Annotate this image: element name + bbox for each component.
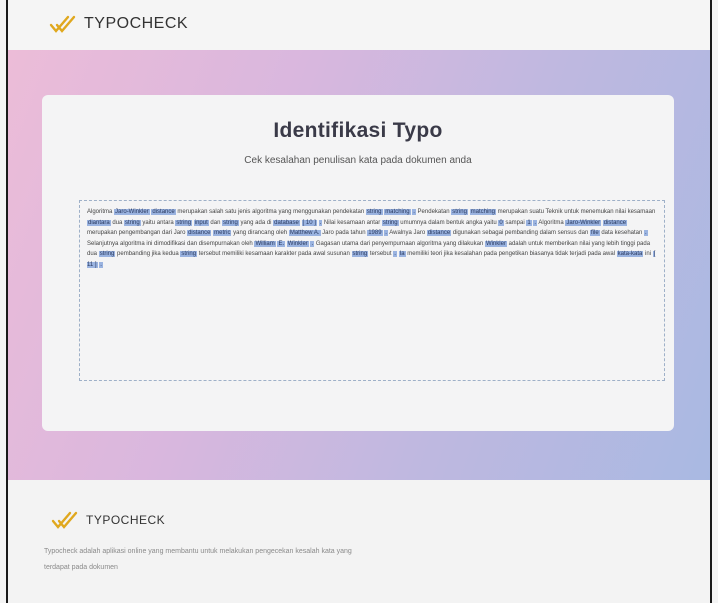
typo-highlight[interactable]: 1 <box>526 219 532 226</box>
hero-section: Identifikasi Typo Cek kesalahan penulisa… <box>8 50 710 480</box>
document-text: Pendekatan <box>415 209 452 215</box>
typo-highlight[interactable]: E. <box>277 240 286 247</box>
typo-highlight[interactable]: metric <box>213 230 232 236</box>
typo-highlight[interactable]: Jaro-Winkler <box>565 219 602 226</box>
typo-highlight[interactable]: string <box>98 251 116 257</box>
footer-logo[interactable]: TYPOCHECK <box>50 510 165 530</box>
typo-highlight[interactable]: string <box>351 251 369 257</box>
document-text: pembanding jika kedua <box>115 251 181 257</box>
typo-highlight[interactable]: database <box>273 219 300 226</box>
footer-description: Typocheck adalah aplikasi online yang me… <box>44 548 352 571</box>
document-text: yaitu antara <box>140 219 176 226</box>
top-navbar: TYPOCHECK <box>8 0 710 50</box>
typo-highlight[interactable]: Ia <box>398 251 406 257</box>
logo-check-icon <box>51 511 78 529</box>
document-text: dua <box>110 219 125 226</box>
document-text: data kesehatan <box>599 230 645 236</box>
brand-name: TYPOCHECK <box>84 15 189 32</box>
footer: TYPOCHECK Typocheck adalah aplikasi onli… <box>8 480 710 603</box>
typo-highlight[interactable]: Jaro-Winkler <box>114 209 150 215</box>
document-text: tersebut memiliki kesamaan karakter pada… <box>197 251 352 257</box>
typo-highlight[interactable]: William <box>254 240 276 247</box>
footer-brand-name: TYPOCHECK <box>86 513 166 527</box>
page-frame: TYPOCHECK Identifikasi Typo Cek kesalaha… <box>6 0 712 603</box>
typo-highlight[interactable]: string <box>180 251 198 257</box>
typo-highlight[interactable]: distance <box>426 230 452 236</box>
typo-highlight[interactable]: string <box>381 219 399 226</box>
document-text: Gagasan utama dari penyempurnaan algorit… <box>314 240 485 247</box>
document-text: digunakan sebagai pembanding dalam sensu… <box>451 230 590 236</box>
typo-highlight[interactable]: Winkler <box>484 240 507 247</box>
typo-highlight[interactable]: kata-kata <box>616 251 644 257</box>
typo-highlight[interactable]: . <box>644 230 648 236</box>
typo-highlight[interactable]: [ 10 ] <box>301 219 317 226</box>
document-text: Jaro pada tahun <box>320 230 368 236</box>
typo-highlight[interactable]: matching <box>384 209 411 215</box>
typo-highlight[interactable]: Winkler <box>286 240 309 247</box>
document-text: umumnya dalam bentuk angka yaitu <box>398 219 499 226</box>
typo-highlight[interactable]: string <box>175 219 193 226</box>
typo-highlight[interactable]: 1989 <box>367 230 383 236</box>
typo-highlight[interactable]: string <box>124 219 141 226</box>
page-subtitle: Cek kesalahan penulisan kata pada dokume… <box>244 155 472 166</box>
document-text: sampai <box>503 219 527 226</box>
document-text: memiliki teori jika kesalahan pada penge… <box>405 251 617 257</box>
document-text: Algoritma <box>537 219 566 226</box>
document-text: Algoritma <box>87 209 115 215</box>
typo-highlight[interactable]: Matthew A. <box>288 230 321 236</box>
document-text: Awalnya Jaro <box>387 230 427 236</box>
logo-check-icon <box>49 15 76 33</box>
typo-highlight[interactable]: distance <box>602 219 628 226</box>
document-text: merupakan suatu Teknik untuk menemukan n… <box>495 209 656 215</box>
typo-highlight[interactable]: diantara <box>87 219 111 226</box>
document-text: merupakan salah satu jenis algoritma yan… <box>175 209 366 215</box>
typo-highlight[interactable]: distance <box>151 209 176 215</box>
typo-highlight[interactable]: distance <box>187 230 212 236</box>
typo-highlight[interactable]: . <box>99 261 103 268</box>
document-text: yang dirancang oleh <box>231 230 289 236</box>
document-text: Nilai kesamaan antar <box>322 219 382 226</box>
typo-highlight[interactable]: file <box>589 230 600 236</box>
document-text: tersebut <box>368 251 394 257</box>
typo-check-card: Identifikasi Typo Cek kesalahan penulisa… <box>42 95 674 431</box>
typo-highlight[interactable]: string <box>222 219 239 226</box>
document-text: Selanjutnya algoritma ini dimodifikasi d… <box>87 240 255 247</box>
page-title: Identifikasi Typo <box>273 119 443 142</box>
typo-highlight[interactable]: input <box>193 219 209 226</box>
document-text: dan <box>208 219 223 226</box>
brand-logo[interactable]: TYPOCHECK <box>48 14 188 34</box>
document-text: merupakan pengembangan dari Jaro <box>87 230 188 236</box>
document-text: ini <box>643 251 653 257</box>
document-text-area[interactable]: Algoritma Jaro-Winkler distance merupaka… <box>79 200 665 381</box>
typo-highlight[interactable]: string <box>451 209 468 215</box>
typo-highlight[interactable]: string <box>365 209 383 215</box>
typo-highlight[interactable]: matching <box>469 209 496 215</box>
document-text: yang ada di <box>238 219 274 226</box>
